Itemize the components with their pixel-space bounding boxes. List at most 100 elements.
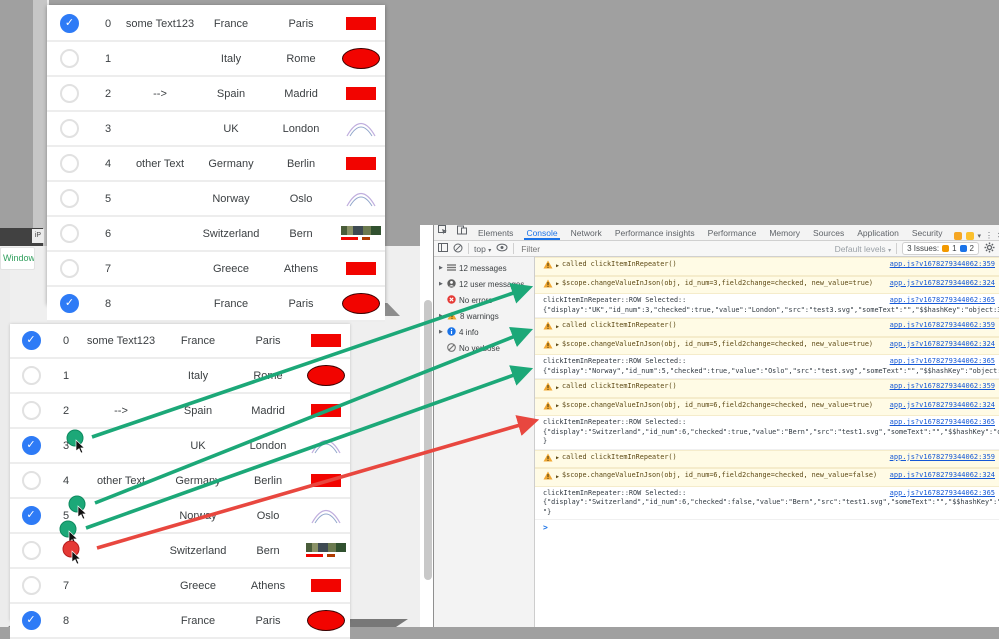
table-row[interactable]: 2 --> Spain Madrid: [47, 77, 385, 112]
expand-caret-icon[interactable]: ▶: [556, 402, 559, 412]
table-row[interactable]: ✓ 5 Norway Oslo: [10, 499, 350, 534]
tab-memory[interactable]: Memory: [767, 228, 802, 240]
sidebar-item-list[interactable]: ▶ 12 messages: [434, 260, 534, 276]
table-row[interactable]: 6 Switzerland Bern: [47, 217, 385, 252]
row-country: France: [180, 334, 216, 347]
tab-elements[interactable]: Elements: [476, 228, 515, 240]
source-link[interactable]: app.js?v1678279344062:365: [890, 418, 995, 428]
row-country: Greece: [179, 579, 217, 592]
row-checkbox[interactable]: [21, 576, 41, 595]
console-prompt[interactable]: >: [535, 520, 999, 532]
source-link[interactable]: app.js?v1678279344062:324: [890, 279, 995, 289]
table-row[interactable]: 7 Greece Athens: [10, 569, 350, 604]
console-warning-row: ▶ $scope.changeValueInJson(obj, id_num=3,…: [535, 275, 999, 294]
source-link[interactable]: app.js?v1678279344062:365: [890, 489, 995, 499]
sidebar-item-error[interactable]: No errors: [434, 292, 534, 308]
source-link[interactable]: app.js?v1678279344062:324: [890, 471, 995, 481]
row-checkbox[interactable]: [60, 189, 79, 208]
expand-caret-icon[interactable]: ▶: [556, 280, 559, 290]
window-button[interactable]: Window: [0, 247, 35, 270]
sidebar-item-user[interactable]: ▶ 12 user messages: [434, 276, 534, 292]
table-row[interactable]: 1 Italy Rome: [47, 42, 385, 77]
tab-application[interactable]: Application: [855, 228, 901, 240]
source-link[interactable]: app.js?v1678279344062:365: [890, 296, 995, 306]
row-checkbox[interactable]: [21, 471, 41, 490]
row-city: Athens: [250, 579, 286, 592]
source-link[interactable]: app.js?v1678279344062:359: [890, 453, 995, 463]
table-row[interactable]: 5 Norway Oslo: [47, 182, 385, 217]
log-message-line: {"display":"UK","id_num":3,"checked":tru…: [543, 305, 999, 314]
table-row[interactable]: ✓ 0 some Text123 France Paris: [47, 7, 385, 42]
row-checkbox[interactable]: ✓: [21, 611, 41, 630]
row-checkbox[interactable]: [60, 224, 79, 243]
table-row[interactable]: 1 Italy Rome: [10, 359, 350, 394]
tab-console[interactable]: Console: [524, 228, 560, 240]
source-link[interactable]: app.js?v1678279344062:324: [890, 340, 995, 350]
table-row[interactable]: 6 Switzerland Bern: [10, 534, 350, 569]
row-checkbox[interactable]: ✓: [60, 294, 79, 313]
expand-caret-icon[interactable]: ▶: [439, 265, 444, 271]
log-levels-dropdown[interactable]: Default levels ▾: [835, 244, 891, 254]
sidebar-item-warning[interactable]: ▶ 8 warnings: [434, 308, 534, 324]
table-row[interactable]: 2 --> Spain Madrid: [10, 394, 350, 429]
expand-caret-icon[interactable]: ▶: [556, 454, 559, 464]
sidebar-item-verbose[interactable]: No verbose: [434, 340, 534, 356]
row-checkbox[interactable]: [21, 541, 41, 560]
expand-caret-icon[interactable]: ▶: [439, 313, 444, 319]
table-row[interactable]: 7 Greece Athens: [47, 252, 385, 287]
clear-console-icon[interactable]: [453, 243, 463, 255]
row-checkbox[interactable]: [21, 401, 41, 420]
table-row[interactable]: ✓ 0 some Text123 France Paris: [10, 324, 350, 359]
expand-caret-icon[interactable]: ▶: [556, 323, 559, 333]
sidebar-item-label: No verbose: [459, 343, 500, 353]
table-row[interactable]: 4 other Text Germany Berlin: [10, 464, 350, 499]
row-checkbox[interactable]: ✓: [21, 436, 41, 455]
inspect-icon[interactable]: [438, 225, 448, 240]
tab-sources[interactable]: Sources: [811, 228, 846, 240]
row-checkbox[interactable]: ✓: [21, 331, 41, 350]
row-sometext: some Text123: [86, 334, 156, 347]
console-settings-gear-icon[interactable]: [984, 242, 995, 255]
row-checkbox[interactable]: [60, 84, 79, 103]
warning-icon: [543, 340, 553, 353]
row-checkbox[interactable]: [60, 49, 79, 68]
row-checkbox[interactable]: [60, 259, 79, 278]
table-row[interactable]: 3 UK London: [47, 112, 385, 147]
kebab-menu-icon[interactable]: ⋮: [985, 231, 993, 240]
expand-caret-icon[interactable]: ▶: [439, 281, 444, 287]
filter-input[interactable]: [519, 242, 674, 255]
table-row[interactable]: 4 other Text Germany Berlin: [47, 147, 385, 182]
source-link[interactable]: app.js?v1678279344062:324: [890, 401, 995, 411]
source-link[interactable]: app.js?v1678279344062:365: [890, 357, 995, 367]
row-checkbox[interactable]: [60, 154, 79, 173]
context-selector[interactable]: top ▾: [474, 244, 491, 254]
ellipse-image: [307, 610, 345, 631]
expand-caret-icon[interactable]: ▶: [556, 341, 559, 351]
dock-side-icon[interactable]: ▾: [978, 232, 982, 240]
expand-caret-icon[interactable]: ▶: [556, 384, 559, 394]
row-id: 4: [104, 157, 112, 170]
table-row[interactable]: ✓ 8 France Paris: [10, 604, 350, 639]
table-row[interactable]: ✓ 8 France Paris: [47, 287, 385, 322]
live-expression-eye-icon[interactable]: [496, 243, 508, 254]
row-checkbox[interactable]: [60, 119, 79, 138]
row-checkbox[interactable]: ✓: [21, 506, 41, 525]
console-sidebar-toggle-icon[interactable]: [438, 243, 448, 254]
tab-network[interactable]: Network: [569, 228, 604, 240]
expand-caret-icon[interactable]: ▶: [556, 473, 559, 483]
tab-performance[interactable]: Performance: [706, 228, 759, 240]
expand-caret-icon[interactable]: ▶: [556, 262, 559, 272]
row-checkbox[interactable]: ✓: [60, 14, 79, 33]
expand-caret-icon[interactable]: ▶: [439, 329, 444, 335]
sidebar-item-info[interactable]: ▶ 4 info: [434, 324, 534, 340]
source-link[interactable]: app.js?v1678279344062:359: [890, 260, 995, 270]
row-checkbox[interactable]: [21, 366, 41, 385]
source-link[interactable]: app.js?v1678279344062:359: [890, 321, 995, 331]
tab-security[interactable]: Security: [910, 228, 945, 240]
table-row[interactable]: ✓ 3 UK London: [10, 429, 350, 464]
device-toolbar-icon[interactable]: [457, 225, 467, 240]
source-link[interactable]: app.js?v1678279344062:359: [890, 382, 995, 392]
page-scrollbar-thumb[interactable]: [424, 300, 432, 580]
issues-counter[interactable]: 3 Issues: 1 2: [902, 242, 979, 255]
tab-performance-insights[interactable]: Performance insights: [613, 228, 697, 240]
